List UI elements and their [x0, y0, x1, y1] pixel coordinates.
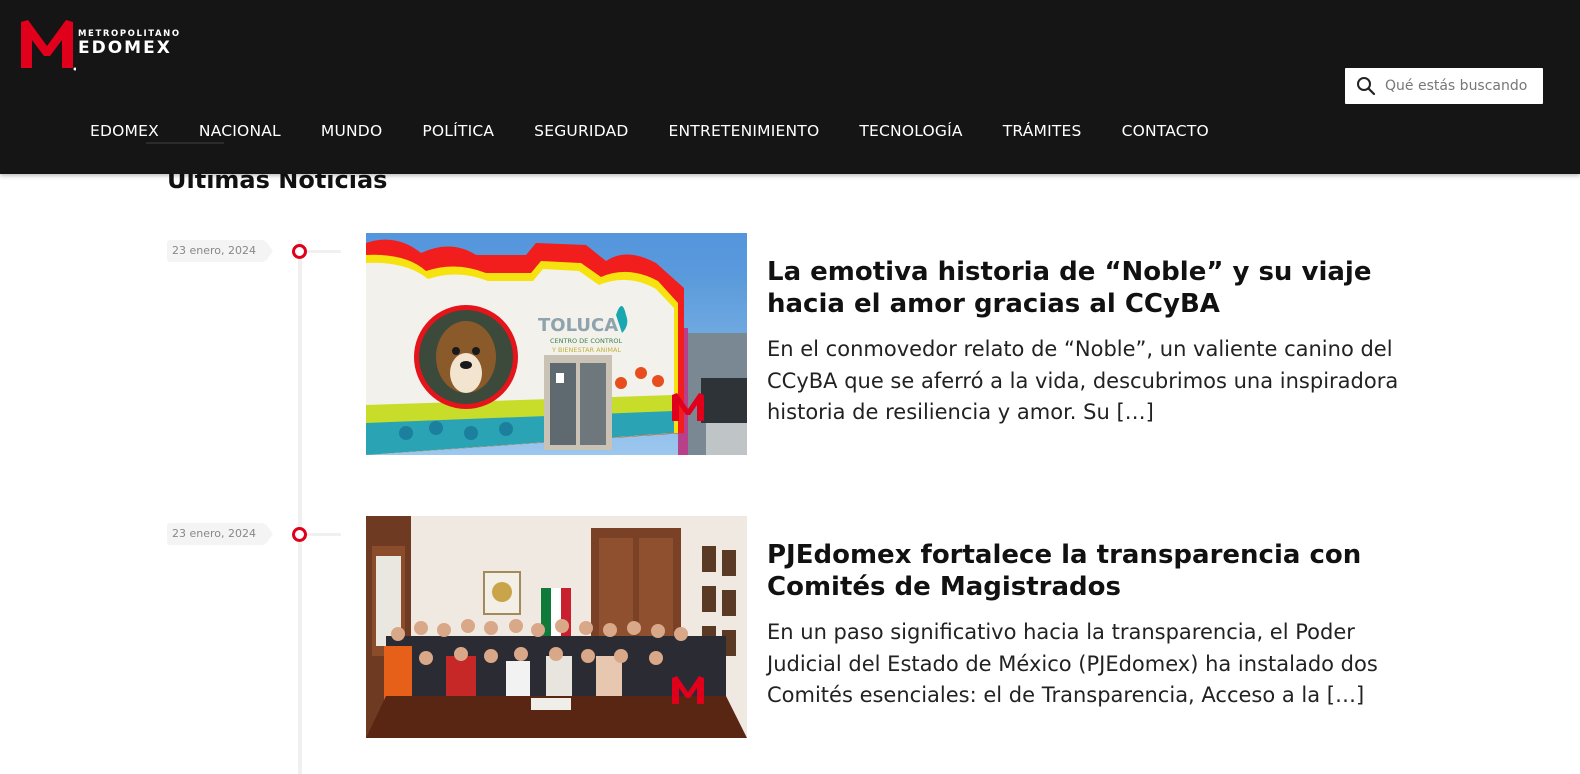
- site-header: METROPOLITANO EDOMEX EDOMEX NACIONAL MUN…: [0, 0, 1580, 174]
- article-excerpt: En un paso significativo hacia la transp…: [767, 620, 1378, 707]
- search-icon[interactable]: [1356, 76, 1376, 96]
- logo-m-icon: [21, 20, 76, 71]
- nav-item-seguridad[interactable]: SEGURIDAD: [534, 122, 628, 140]
- shelter-building-image: TOLUCA CENTRO DE CONTROL Y BIENESTAR ANI…: [366, 233, 747, 455]
- article-title[interactable]: La emotiva historia de “Noble” y su viaj…: [767, 256, 1407, 320]
- logo-title: EDOMEX: [78, 38, 172, 58]
- article-excerpt: En el conmovedor relato de “Noble”, un v…: [767, 337, 1399, 424]
- article-date: 23 enero, 2024: [167, 523, 273, 545]
- timeline-connector: [307, 250, 341, 253]
- timeline-dot: [292, 244, 307, 259]
- timeline-connector: [307, 533, 341, 536]
- main-nav: EDOMEX NACIONAL MUNDO POLÍTICA SEGURIDAD…: [90, 118, 1249, 144]
- article-date: 23 enero, 2024: [167, 240, 273, 262]
- nav-item-tramites[interactable]: TRÁMITES: [1003, 122, 1082, 140]
- nav-item-edomex[interactable]: EDOMEX: [90, 122, 224, 144]
- image-sign-line-2: Y BIENESTAR ANIMAL: [551, 346, 621, 354]
- nav-item-mundo[interactable]: MUNDO: [321, 122, 382, 140]
- nav-item-tecnologia[interactable]: TECNOLOGÍA: [859, 122, 962, 140]
- site-logo[interactable]: METROPOLITANO EDOMEX: [18, 16, 188, 72]
- nav-item-politica[interactable]: POLÍTICA: [422, 122, 494, 140]
- image-sign-line-1: CENTRO DE CONTROL: [550, 337, 622, 345]
- article-thumbnail[interactable]: [366, 516, 747, 738]
- timeline-dot: [292, 527, 307, 542]
- article-thumbnail[interactable]: TOLUCA CENTRO DE CONTROL Y BIENESTAR ANI…: [366, 233, 747, 455]
- magistrates-group-image: [366, 516, 747, 738]
- article-title[interactable]: PJEdomex fortalece la transparencia con …: [767, 539, 1407, 603]
- search-box[interactable]: [1345, 68, 1543, 104]
- timeline-line: [298, 240, 302, 774]
- search-input[interactable]: [1385, 78, 1543, 94]
- nav-item-contacto[interactable]: CONTACTO: [1122, 122, 1209, 140]
- nav-item-entretenimiento[interactable]: ENTRETENIMIENTO: [669, 122, 820, 140]
- image-sign-title: TOLUCA: [538, 315, 618, 336]
- nav-item-nacional[interactable]: NACIONAL: [199, 122, 281, 140]
